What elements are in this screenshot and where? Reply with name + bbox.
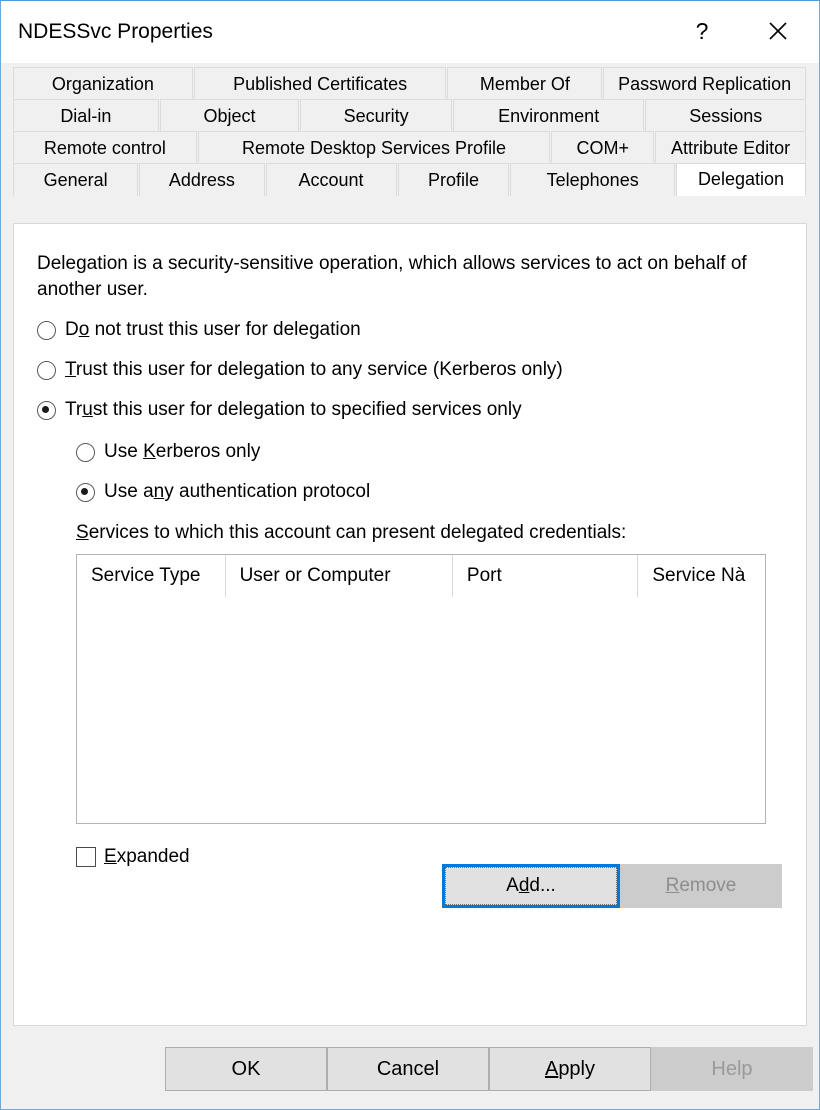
- tab-profile[interactable]: Profile: [397, 163, 510, 196]
- radio-label: Use Kerberos only: [104, 441, 261, 462]
- remove-button: Remove: [620, 864, 782, 908]
- radio-trust-specified-services[interactable]: Trust this user for delegation to specif…: [37, 399, 522, 421]
- radio-label: Trust this user for delegation to any se…: [65, 359, 563, 380]
- tab-label: Attribute Editor: [671, 137, 791, 158]
- radio-indicator: [37, 320, 56, 340]
- apply-button[interactable]: Apply: [489, 1047, 651, 1091]
- cancel-button[interactable]: Cancel: [327, 1047, 489, 1091]
- tab-row-0: Organization Published Certificates Member…: [13, 67, 807, 100]
- services-list-view[interactable]: Service Type User or Computer Port Service …: [76, 554, 766, 824]
- tab-strip: Organization Published Certificates Member…: [13, 67, 807, 196]
- radio-trust-any-service[interactable]: Trust this user for delegation to any se…: [37, 359, 563, 381]
- tab-general[interactable]: General: [13, 163, 139, 196]
- tab-member-of[interactable]: Member Of: [447, 67, 603, 100]
- tab-dial-in[interactable]: Dial-in: [13, 99, 159, 132]
- radio-indicator: [76, 482, 95, 502]
- radio-label: Do not trust this user for delegation: [65, 319, 361, 340]
- tab-organization[interactable]: Organization: [13, 67, 193, 100]
- tab-label: Profile: [427, 169, 479, 190]
- tab-label: Account: [298, 169, 364, 190]
- tab-environment[interactable]: Environment: [452, 99, 645, 132]
- window-title: NDESSvc Properties: [18, 20, 213, 43]
- close-icon[interactable]: [743, 1, 813, 61]
- radio-label: Use any authentication protocol: [104, 481, 371, 502]
- tab-label: Security: [343, 105, 409, 126]
- expanded-checkbox[interactable]: Expanded: [76, 846, 190, 868]
- tab-label: Published Certificates: [233, 73, 408, 94]
- tab-delegation[interactable]: Delegation: [675, 163, 806, 196]
- help-button: Help: [651, 1047, 813, 1091]
- tab-label: General: [43, 169, 108, 190]
- tab-label: Organization: [51, 73, 154, 94]
- apply-button-label: Apply: [544, 1057, 596, 1080]
- tab-label: Address: [168, 169, 235, 190]
- checkbox-indicator: [76, 847, 96, 867]
- ok-button[interactable]: OK: [165, 1047, 327, 1091]
- radio-use-any-authentication-protocol[interactable]: Use any authentication protocol: [76, 481, 370, 503]
- tab-label: Remote Desktop Services Profile: [241, 137, 507, 158]
- tab-password-replication[interactable]: Password Replication: [603, 67, 807, 100]
- radio-indicator: [76, 442, 95, 462]
- tab-address[interactable]: Address: [139, 163, 265, 196]
- tab-account[interactable]: Account: [265, 163, 397, 196]
- dialog-footer: OK Cancel Apply Help: [1, 1026, 819, 1109]
- tab-label: Delegation: [697, 169, 784, 189]
- help-icon[interactable]: ?: [667, 1, 737, 61]
- tab-telephones[interactable]: Telephones: [510, 163, 675, 196]
- column-header[interactable]: Service Type: [77, 555, 225, 597]
- tab-row-2: Remote control Remote Desktop Services Pr…: [13, 131, 807, 164]
- delegation-description: Delegation is a security-sensitive opera…: [37, 253, 747, 300]
- tab-label: Remote control: [43, 137, 166, 158]
- radio-indicator: [37, 400, 56, 420]
- tab-label: Password Replication: [618, 73, 792, 94]
- add-button[interactable]: Ad d...: [442, 864, 620, 908]
- tab-object[interactable]: Object: [159, 99, 300, 132]
- expanded-label: Expanded: [104, 846, 190, 867]
- delegation-tab-panel: Delegation is a security-sensitive opera…: [13, 223, 807, 1026]
- tab-security[interactable]: Security: [300, 99, 452, 132]
- tab-sessions[interactable]: Sessions: [645, 99, 807, 132]
- tab-label: Object: [203, 105, 256, 126]
- tab-label: Sessions: [689, 105, 763, 126]
- tab-row-1: Dial-in Object Security Environment Sessions: [13, 99, 807, 132]
- tab-remote-control[interactable]: Remote control: [13, 131, 197, 164]
- radio-label: Trust this user for delegation to specif…: [65, 399, 522, 420]
- properties-dialog-window: NDESSvc Properties ? Organization Publish…: [0, 0, 820, 1110]
- column-header[interactable]: User or Computer: [224, 555, 452, 597]
- services-list-header: Service Type User or Computer Port Service …: [77, 555, 765, 597]
- tab-row-3: General Address Account Profile Telephones De…: [13, 163, 807, 196]
- tab-label: Telephones: [546, 169, 639, 190]
- radio-do-not-trust[interactable]: Do not trust this user for delegation: [37, 319, 361, 341]
- radio-use-kerberos-only[interactable]: Use Kerberos only: [76, 441, 260, 463]
- tab-com[interactable]: COM+: [551, 131, 655, 164]
- tab-label: COM+: [576, 137, 629, 158]
- column-header[interactable]: Port: [451, 555, 637, 597]
- column-header[interactable]: Service Nà: [637, 555, 765, 597]
- tab-label: Member Of: [479, 73, 570, 94]
- title-bar: NDESSvc Properties ?: [1, 1, 819, 63]
- tab-published-certificates[interactable]: Published Certificates: [193, 67, 447, 100]
- tab-label: Environment: [498, 105, 600, 126]
- remove-button-label: Remove: [665, 875, 737, 896]
- tab-label: Dial-in: [60, 105, 112, 126]
- tab-attribute-editor[interactable]: Attribute Editor: [655, 131, 806, 164]
- services-list-label: Services to which this account can prese…: [76, 522, 627, 543]
- add-button-label: Ad d...: [445, 867, 617, 905]
- tab-remote-desktop-services-profile[interactable]: Remote Desktop Services Profile: [197, 131, 551, 164]
- radio-indicator: [37, 360, 56, 380]
